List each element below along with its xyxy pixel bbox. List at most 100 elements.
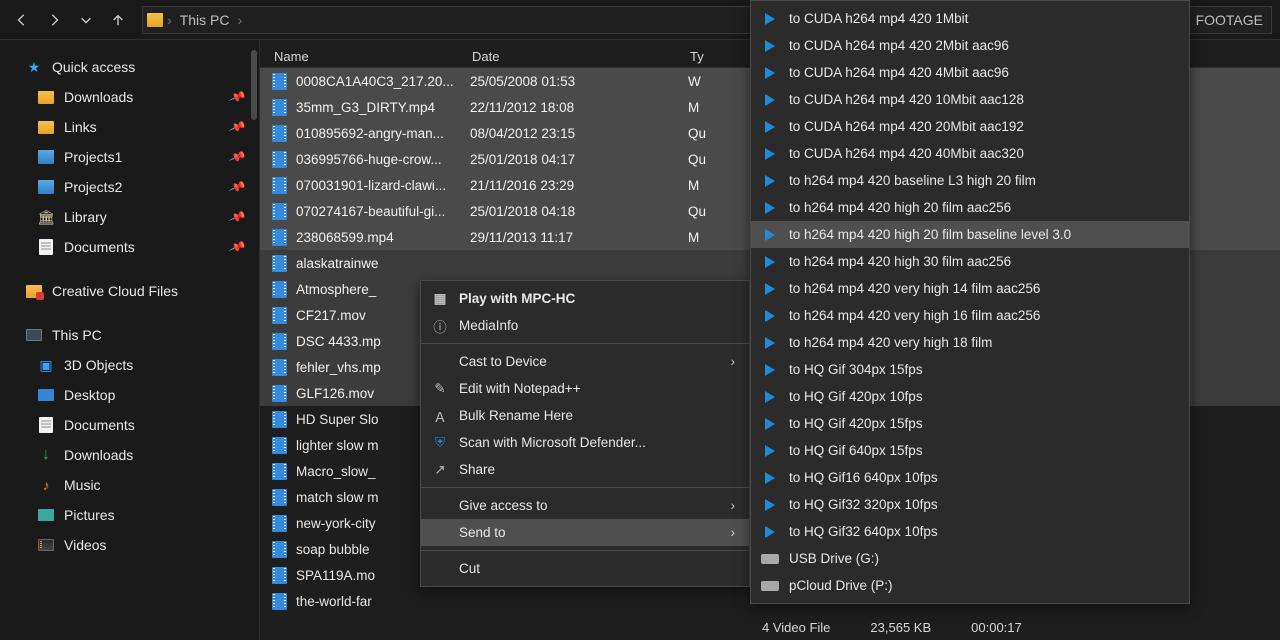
file-name: 0008CA1A40C3_217.20... (296, 74, 456, 89)
sendto-item[interactable]: to h264 mp4 420 high 30 film aac256 (751, 248, 1189, 275)
file-type: Qu (674, 204, 706, 219)
pin-icon: 📌 (228, 118, 247, 136)
separator (421, 487, 749, 488)
sidebar-item-label: Downloads (64, 447, 133, 463)
ctx-bulk-rename[interactable]: ＡBulk Rename Here (421, 402, 749, 429)
sidebar-item-videos[interactable]: Videos (0, 530, 259, 560)
video-file-icon (270, 592, 288, 610)
ctx-share[interactable]: ↗Share (421, 456, 749, 483)
creative-cloud-icon (26, 285, 42, 298)
file-type: W (674, 74, 701, 89)
ctx-send-to[interactable]: Send to› (421, 519, 749, 546)
share-icon: ↗ (431, 461, 449, 479)
up-button[interactable] (104, 6, 132, 34)
sidebar-item-projects1[interactable]: Projects1📌 (0, 142, 259, 172)
sidebar-item-library[interactable]: 🏛Library📌 (0, 202, 259, 232)
sendto-label: to HQ Gif 420px 10fps (789, 389, 923, 404)
sendto-item[interactable]: to HQ Gif 420px 10fps (751, 383, 1189, 410)
ctx-label: Scan with Microsoft Defender... (459, 435, 646, 450)
sendto-label: to h264 mp4 420 baseline L3 high 20 film (789, 173, 1036, 188)
sendto-item[interactable]: to CUDA h264 mp4 420 20Mbit aac192 (751, 113, 1189, 140)
sendto-item[interactable]: to CUDA h264 mp4 420 4Mbit aac96 (751, 59, 1189, 86)
ctx-label: Bulk Rename Here (459, 408, 573, 423)
ctx-mediainfo[interactable]: ⓘMediaInfo (421, 312, 749, 339)
file-date: 08/04/2012 23:15 (456, 126, 674, 141)
sidebar-item-projects2[interactable]: Projects2📌 (0, 172, 259, 202)
folder-icon (147, 13, 163, 27)
sendto-label: to h264 mp4 420 high 20 film baseline le… (789, 227, 1071, 242)
detail-duration: 00:00:17 (971, 620, 1022, 635)
sidebar-item-desktop[interactable]: Desktop (0, 380, 259, 410)
recent-dropdown-button[interactable] (72, 6, 100, 34)
sidebar-item-documents[interactable]: Documents📌 (0, 232, 259, 262)
file-name: alaskatrainwe (296, 256, 456, 271)
folder-icon (38, 121, 54, 134)
sendto-item[interactable]: to CUDA h264 mp4 420 2Mbit aac96 (751, 32, 1189, 59)
ctx-notepad[interactable]: ✎Edit with Notepad++ (421, 375, 749, 402)
blank-icon (431, 560, 449, 578)
sendto-label: pCloud Drive (P:) (789, 578, 893, 593)
sendto-label: to h264 mp4 420 very high 18 film (789, 335, 992, 350)
forward-button[interactable] (40, 6, 68, 34)
notepad-icon: ✎ (431, 380, 449, 398)
sendto-drive[interactable]: pCloud Drive (P:) (751, 572, 1189, 599)
column-header-date[interactable]: Date (458, 49, 676, 64)
sendto-item[interactable]: to CUDA h264 mp4 420 10Mbit aac128 (751, 86, 1189, 113)
play-triangle-icon (761, 469, 779, 487)
file-date: 25/01/2018 04:17 (456, 152, 674, 167)
pin-icon: 📌 (228, 88, 247, 106)
scrollbar-thumb[interactable] (251, 50, 257, 120)
ctx-cut[interactable]: Cut (421, 555, 749, 582)
shield-icon: ⛨ (431, 434, 449, 452)
sidebar-item-links[interactable]: Links 📌 (0, 112, 259, 142)
sendto-item[interactable]: to HQ Gif 420px 15fps (751, 410, 1189, 437)
sidebar-item-label: Videos (64, 537, 107, 553)
sendto-item[interactable]: to HQ Gif16 640px 10fps (751, 464, 1189, 491)
play-triangle-icon (761, 361, 779, 379)
sendto-item[interactable]: to HQ Gif 640px 15fps (751, 437, 1189, 464)
sidebar-item-documents-pc[interactable]: Documents (0, 410, 259, 440)
sendto-item[interactable]: to h264 mp4 420 high 20 film aac256 (751, 194, 1189, 221)
ctx-give-access[interactable]: Give access to› (421, 492, 749, 519)
sendto-item[interactable]: to h264 mp4 420 baseline L3 high 20 film (751, 167, 1189, 194)
breadcrumb-footage[interactable]: FOOTAGE (1192, 12, 1267, 28)
play-triangle-icon (761, 172, 779, 190)
sidebar-item-downloads-pc[interactable]: ↓Downloads (0, 440, 259, 470)
sidebar-item-label: Projects2 (64, 179, 122, 195)
sendto-label: to CUDA h264 mp4 420 20Mbit aac192 (789, 119, 1024, 134)
sendto-item[interactable]: to CUDA h264 mp4 420 1Mbit (751, 5, 1189, 32)
sidebar-item-label: Pictures (64, 507, 115, 523)
play-triangle-icon (761, 91, 779, 109)
sendto-drive[interactable]: USB Drive (G:) (751, 545, 1189, 572)
play-triangle-icon (761, 64, 779, 82)
sidebar-item-quick-access[interactable]: ★Quick access (0, 52, 259, 82)
chevron-right-icon: › (731, 525, 736, 540)
sendto-item[interactable]: to h264 mp4 420 very high 14 film aac256 (751, 275, 1189, 302)
chevron-right-icon: › (237, 12, 242, 28)
play-triangle-icon (761, 334, 779, 352)
sendto-item[interactable]: to h264 mp4 420 high 20 film baseline le… (751, 221, 1189, 248)
sendto-item[interactable]: to h264 mp4 420 very high 18 film (751, 329, 1189, 356)
sendto-item[interactable]: to HQ Gif32 640px 10fps (751, 518, 1189, 545)
ctx-play[interactable]: ▦Play with MPC-HC (421, 285, 749, 312)
sendto-item[interactable]: to HQ Gif32 320px 10fps (751, 491, 1189, 518)
sendto-item[interactable]: to h264 mp4 420 very high 16 film aac256 (751, 302, 1189, 329)
back-button[interactable] (8, 6, 36, 34)
sidebar-item-this-pc[interactable]: This PC (0, 320, 259, 350)
video-file-icon (270, 254, 288, 272)
sidebar-item-pictures[interactable]: Pictures (0, 500, 259, 530)
file-date: 29/11/2013 11:17 (456, 230, 674, 245)
sidebar-item-downloads[interactable]: Downloads📌 (0, 82, 259, 112)
sidebar-item-label: Links (64, 119, 97, 135)
sidebar-item-creative-cloud[interactable]: Creative Cloud Files (0, 276, 259, 306)
column-header-name[interactable]: Name (260, 49, 458, 64)
breadcrumb-this-pc[interactable]: This PC (176, 12, 234, 28)
detail-type: 4 Video File (762, 620, 830, 635)
file-type: M (674, 178, 699, 193)
sendto-item[interactable]: to HQ Gif 304px 15fps (751, 356, 1189, 383)
ctx-defender[interactable]: ⛨ Scan with Microsoft Defender... (421, 429, 749, 456)
ctx-cast[interactable]: Cast to Device› (421, 348, 749, 375)
sendto-item[interactable]: to CUDA h264 mp4 420 40Mbit aac320 (751, 140, 1189, 167)
sidebar-item-music[interactable]: ♪Music (0, 470, 259, 500)
sidebar-item-3d-objects[interactable]: ▣3D Objects (0, 350, 259, 380)
